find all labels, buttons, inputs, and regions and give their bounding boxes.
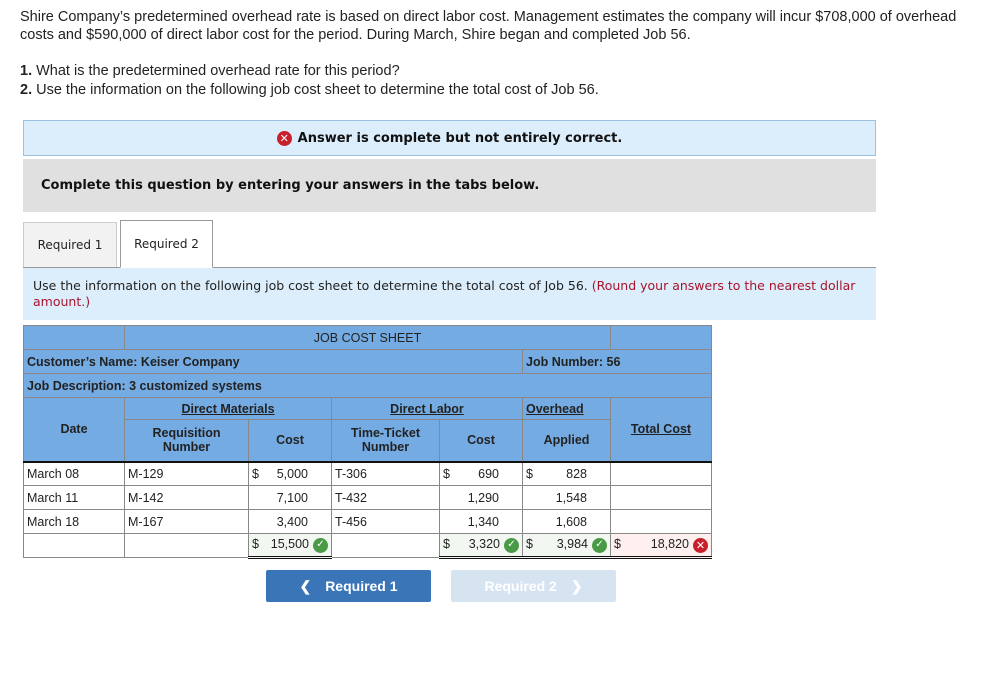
- header-dl-cost: Cost: [439, 419, 523, 462]
- x-circle-icon: ✕: [693, 537, 708, 553]
- check-circle-icon: ✓: [313, 537, 328, 553]
- tab-required-1[interactable]: Required 1: [23, 222, 117, 267]
- tab-description: Use the information on the following job…: [23, 268, 876, 320]
- next-required-2-button[interactable]: Required 2 ❯: [451, 570, 616, 602]
- header-overhead: Overhead: [522, 397, 611, 420]
- group-header-row: Date Direct Materials Direct Labor Overh…: [23, 397, 712, 462]
- check-circle-icon: ✓: [592, 537, 607, 553]
- cell-total: [610, 509, 712, 534]
- cell-time-ticket: T-306: [331, 460, 440, 486]
- currency-symbol: $: [526, 466, 533, 481]
- prev-button-label: Required 1: [325, 578, 398, 594]
- job-cost-sheet: JOB COST SHEET Customer’s Name: Keiser C…: [23, 325, 712, 559]
- cell-dm-cost[interactable]: 7,100: [248, 485, 332, 510]
- total-cost-field[interactable]: $18,820 ✕: [610, 533, 712, 559]
- chevron-left-icon: ❮: [299, 577, 312, 594]
- amount: 1,340: [467, 514, 499, 529]
- header-requisition-number: Requisition Number: [124, 419, 249, 462]
- question-text: What is the predetermined overhead rate …: [32, 63, 400, 79]
- amount: 3,984: [556, 537, 588, 552]
- prev-required-1-button[interactable]: ❮ Required 1: [266, 570, 431, 602]
- chevron-right-icon: ❯: [570, 577, 583, 594]
- dm-total-field[interactable]: $15,500 ✓: [248, 533, 332, 559]
- check-circle-icon: ✓: [504, 537, 519, 553]
- amount: 3,320: [468, 537, 500, 552]
- cell-overhead[interactable]: 1,608: [522, 509, 611, 534]
- dl-total-field[interactable]: $3,320 ✓: [439, 533, 523, 559]
- currency-symbol: $: [252, 466, 259, 481]
- totals-row: $15,500 ✓ $3,320 ✓ $3,984 ✓ $18,820 ✕: [23, 533, 712, 559]
- description-row: Job Description: 3 customized systems: [23, 373, 712, 398]
- question-number: 1.: [20, 63, 33, 79]
- header-dm-cost: Cost: [248, 419, 332, 462]
- title-row: JOB COST SHEET: [23, 325, 712, 350]
- header-time-ticket-number: Time-Ticket Number: [331, 419, 440, 462]
- sheet-title: JOB COST SHEET: [124, 325, 611, 350]
- customer-row: Customer’s Name: Keiser Company Job Numb…: [23, 349, 712, 374]
- header-direct-materials: Direct Materials: [124, 397, 332, 420]
- amount: 3,400: [276, 514, 308, 529]
- feedback-banner: ✕ Answer is complete but not entirely co…: [23, 120, 876, 156]
- table-row: March 18 M-167 3,400 T-456 1,340 1,608: [23, 509, 712, 534]
- table-row: March 11 M-142 7,100 T-432 1,290 1,548: [23, 485, 712, 510]
- question-number: 2.: [20, 82, 33, 98]
- next-button-label: Required 2: [484, 578, 557, 594]
- cell-dm-cost[interactable]: $5,000: [248, 460, 332, 486]
- tab-bar: Required 1 Required 2: [23, 220, 876, 268]
- sub-header-row: Requisition Number Cost Time-Ticket Numb…: [24, 419, 712, 462]
- question-list: 1. What is the predetermined overhead ra…: [20, 62, 599, 100]
- cell-total: [610, 460, 712, 486]
- cell-dl-cost[interactable]: $690: [439, 460, 523, 486]
- currency-symbol: $: [252, 537, 259, 552]
- cell-requisition: M-142: [124, 485, 249, 510]
- cell-date: March 18: [23, 509, 125, 534]
- currency-symbol: $: [443, 537, 450, 552]
- job-number: Job Number: 56: [522, 349, 712, 374]
- amount: 15,500: [270, 537, 309, 552]
- amount: 1,290: [467, 490, 499, 505]
- instruction-text: Complete this question by entering your …: [41, 178, 540, 193]
- amount: 18,820: [650, 537, 689, 552]
- cell-time-ticket: T-456: [331, 509, 440, 534]
- description-text: Use the information on the following job…: [33, 278, 592, 293]
- overhead-total-field[interactable]: $3,984 ✓: [522, 533, 611, 559]
- header-applied: Applied: [522, 419, 611, 462]
- instruction-bar: Complete this question by entering your …: [23, 159, 876, 212]
- currency-symbol: $: [443, 466, 450, 481]
- question-text: Use the information on the following job…: [32, 82, 599, 98]
- header-direct-labor: Direct Labor: [331, 397, 523, 420]
- header-date: Date: [23, 397, 125, 462]
- cell-requisition: M-167: [124, 509, 249, 534]
- job-description: Job Description: 3 customized systems: [23, 373, 712, 398]
- feedback-message: Answer is complete but not entirely corr…: [297, 130, 623, 146]
- cell-date: March 11: [23, 485, 125, 510]
- problem-intro: Shire Company’s predetermined overhead r…: [20, 9, 957, 43]
- header-total-cost: Total Cost: [610, 397, 712, 462]
- amount: 7,100: [276, 490, 308, 505]
- cell-overhead[interactable]: 1,548: [522, 485, 611, 510]
- cell-dl-cost[interactable]: 1,290: [439, 485, 523, 510]
- amount: 828: [566, 466, 587, 481]
- question-2: 2. Use the information on the following …: [20, 81, 599, 100]
- cell-overhead[interactable]: $828: [522, 460, 611, 486]
- cell-date: March 08: [23, 460, 125, 486]
- amount: 5,000: [276, 466, 308, 481]
- currency-symbol: $: [526, 537, 533, 552]
- amount: 1,608: [555, 514, 587, 529]
- amount: 1,548: [555, 490, 587, 505]
- cell-time-ticket: T-432: [331, 485, 440, 510]
- cell-total: [610, 485, 712, 510]
- cell-dm-cost[interactable]: 3,400: [248, 509, 332, 534]
- question-1: 1. What is the predetermined overhead ra…: [20, 62, 599, 81]
- cell-requisition: M-129: [124, 460, 249, 486]
- amount: 690: [478, 466, 499, 481]
- currency-symbol: $: [614, 537, 621, 552]
- table-row: March 08 M-129 $5,000 T-306 $690 $828: [23, 460, 712, 486]
- tab-required-2[interactable]: Required 2: [120, 220, 213, 268]
- cell-dl-cost[interactable]: 1,340: [439, 509, 523, 534]
- x-circle-icon: ✕: [276, 130, 292, 146]
- customer-name: Customer’s Name: Keiser Company: [23, 349, 523, 374]
